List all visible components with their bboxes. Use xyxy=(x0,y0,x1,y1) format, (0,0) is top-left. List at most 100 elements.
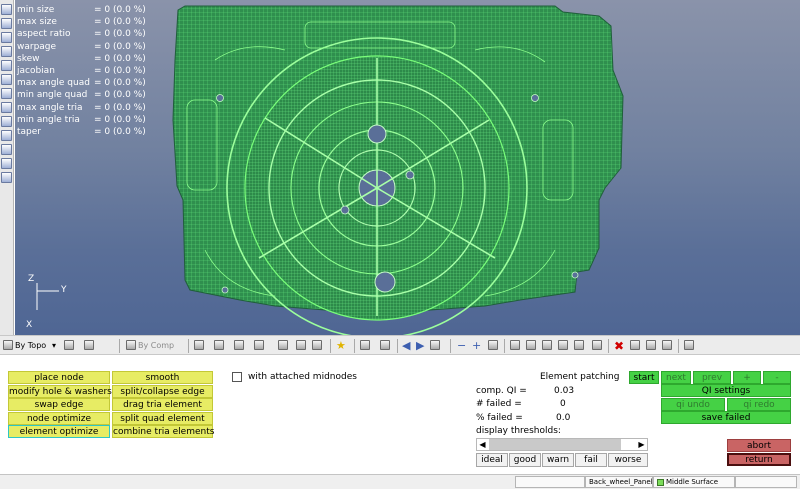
plus-icon[interactable]: + xyxy=(472,339,481,352)
view-tool-icon[interactable] xyxy=(1,144,12,155)
mesh-display-icon[interactable] xyxy=(194,340,204,350)
quality-stat-row: min angle tria = 0 (0.0 %) xyxy=(17,114,146,126)
view-tool-icon[interactable] xyxy=(1,158,12,169)
page-icon[interactable] xyxy=(592,340,602,350)
view-tool-icon[interactable] xyxy=(1,102,12,113)
slider-thumb[interactable] xyxy=(489,439,621,450)
start-button[interactable]: start xyxy=(629,371,659,384)
swap-edge-button[interactable]: swap edge xyxy=(8,398,110,411)
threshold-good-button[interactable]: good xyxy=(509,453,541,467)
attached-midnodes-label: with attached midnodes xyxy=(248,372,357,382)
drag-tria-element-button[interactable]: drag tria element xyxy=(112,398,213,411)
wrench-icon[interactable] xyxy=(380,340,390,350)
node-optimize-button[interactable]: node optimize xyxy=(8,412,110,425)
threshold-worse-button[interactable]: worse xyxy=(608,453,648,467)
quality-stat-row: warpage = 0 (0.0 %) xyxy=(17,41,146,53)
select-icon[interactable] xyxy=(64,340,74,350)
view-tool-icon[interactable] xyxy=(1,116,12,127)
split-quad-element-button[interactable]: split quad element xyxy=(112,412,213,425)
toolbar-separator xyxy=(450,339,451,353)
quality-stat-value: = 0 (0.0 %) xyxy=(94,41,146,52)
delete-icon[interactable] xyxy=(526,340,536,350)
quality-stat-value: = 0 (0.0 %) xyxy=(94,102,146,113)
modify-hole-washers-button[interactable]: modify hole & washers xyxy=(8,385,112,398)
view-tool-icon[interactable] xyxy=(1,88,12,99)
abort-button[interactable]: abort xyxy=(727,439,791,452)
find-icon[interactable] xyxy=(510,340,520,350)
monitor-icon[interactable] xyxy=(312,340,322,350)
shading-icon[interactable] xyxy=(84,340,94,350)
increase-button[interactable]: + xyxy=(733,371,761,384)
quality-stat-value: = 0 (0.0 %) xyxy=(94,90,146,101)
element-optimize-button[interactable]: element optimize xyxy=(8,425,110,438)
view-tool-icon[interactable] xyxy=(1,46,12,57)
view-tool-icon[interactable] xyxy=(1,32,12,43)
quality-stat-value: = 0 (0.0 %) xyxy=(94,114,146,125)
comp-icon[interactable] xyxy=(126,340,136,350)
by-comp-selector[interactable]: By Comp xyxy=(138,339,174,352)
return-button[interactable]: return xyxy=(727,453,791,466)
check-icon[interactable] xyxy=(574,340,584,350)
decrease-button[interactable]: - xyxy=(763,371,791,384)
pct-failed-value: 0.0 xyxy=(556,413,571,423)
combine-tria-elements-button[interactable]: combine tria elements xyxy=(112,425,214,438)
star-icon[interactable]: ★ xyxy=(336,339,346,352)
threshold-warn-button[interactable]: warn xyxy=(542,453,574,467)
save-failed-button[interactable]: save failed xyxy=(661,411,791,424)
view-icon[interactable] xyxy=(630,340,640,350)
qi-undo-button[interactable]: qi undo xyxy=(661,398,725,411)
threshold-slider[interactable]: ◀ ▶ xyxy=(476,438,648,451)
smooth-button[interactable]: smooth xyxy=(112,371,213,384)
arrow-left-icon[interactable]: ◀ xyxy=(402,339,410,352)
next-button[interactable]: next xyxy=(661,371,691,384)
axis-x-label: X xyxy=(26,320,33,330)
topo-icon[interactable] xyxy=(3,340,13,350)
color-icon[interactable] xyxy=(646,340,656,350)
slider-left-arrow-icon[interactable]: ◀ xyxy=(477,439,488,450)
graphics-viewport[interactable]: min size = 0 (0.0 %) max size = 0 (0.0 %) as… xyxy=(15,0,800,335)
view-tool-icon[interactable] xyxy=(1,74,12,85)
paste-icon[interactable] xyxy=(542,340,552,350)
place-node-button[interactable]: place node xyxy=(8,371,110,384)
prev-button[interactable]: prev xyxy=(693,371,731,384)
line-icon[interactable] xyxy=(234,340,244,350)
view-tool-icon[interactable] xyxy=(1,60,12,71)
gear-icon[interactable] xyxy=(684,340,694,350)
quality-stat-value: = 0 (0.0 %) xyxy=(94,29,146,40)
qi-settings-button[interactable]: QI settings xyxy=(661,384,791,397)
threshold-ideal-button[interactable]: ideal xyxy=(476,453,508,467)
visualization-toolbar: By Topo ▾ By Comp ★ ◀ ▶ − + ✖ xyxy=(0,335,800,355)
move-icon[interactable] xyxy=(488,340,498,350)
view-tool-icon[interactable] xyxy=(1,18,12,29)
comp-qi-label: comp. QI = xyxy=(476,386,527,396)
pct-failed-label: % failed = xyxy=(476,413,523,423)
slider-right-arrow-icon[interactable]: ▶ xyxy=(636,439,647,450)
quality-stat-name: max angle quad xyxy=(17,78,90,89)
quality-stat-value: = 0 (0.0 %) xyxy=(94,53,146,64)
redo-icon[interactable] xyxy=(430,340,440,350)
by-topo-selector[interactable]: By Topo xyxy=(15,339,46,352)
cube-icon[interactable] xyxy=(214,340,224,350)
box-icon[interactable] xyxy=(662,340,672,350)
quality-stat-row: max angle tria = 0 (0.0 %) xyxy=(17,102,146,114)
status-component: Back_wheel_Panel xyxy=(585,476,653,488)
minus-icon[interactable]: − xyxy=(457,339,466,352)
view-tool-icon[interactable] xyxy=(1,130,12,141)
threshold-fail-button[interactable]: fail xyxy=(575,453,607,467)
chevron-down-icon[interactable]: ▾ xyxy=(52,339,56,352)
grid-icon[interactable] xyxy=(360,340,370,350)
edit-icon[interactable] xyxy=(558,340,568,350)
quality-stat-row: skew = 0 (0.0 %) xyxy=(17,53,146,65)
surface-icon[interactable] xyxy=(296,340,306,350)
arrow-right-icon[interactable]: ▶ xyxy=(416,339,424,352)
qi-redo-button[interactable]: qi redo xyxy=(727,398,791,411)
hypermesh-window: min size = 0 (0.0 %) max size = 0 (0.0 %) as… xyxy=(0,0,800,489)
solid-icon[interactable] xyxy=(278,340,288,350)
plane-icon[interactable] xyxy=(254,340,264,350)
split-collapse-edge-button[interactable]: split/collapse edge xyxy=(112,385,213,398)
view-tool-icon[interactable] xyxy=(1,4,12,15)
attached-midnodes-checkbox[interactable] xyxy=(232,372,242,382)
delete-x-icon[interactable]: ✖ xyxy=(614,339,624,353)
view-tool-icon[interactable] xyxy=(1,172,12,183)
axis-z-label: Z xyxy=(28,274,35,284)
